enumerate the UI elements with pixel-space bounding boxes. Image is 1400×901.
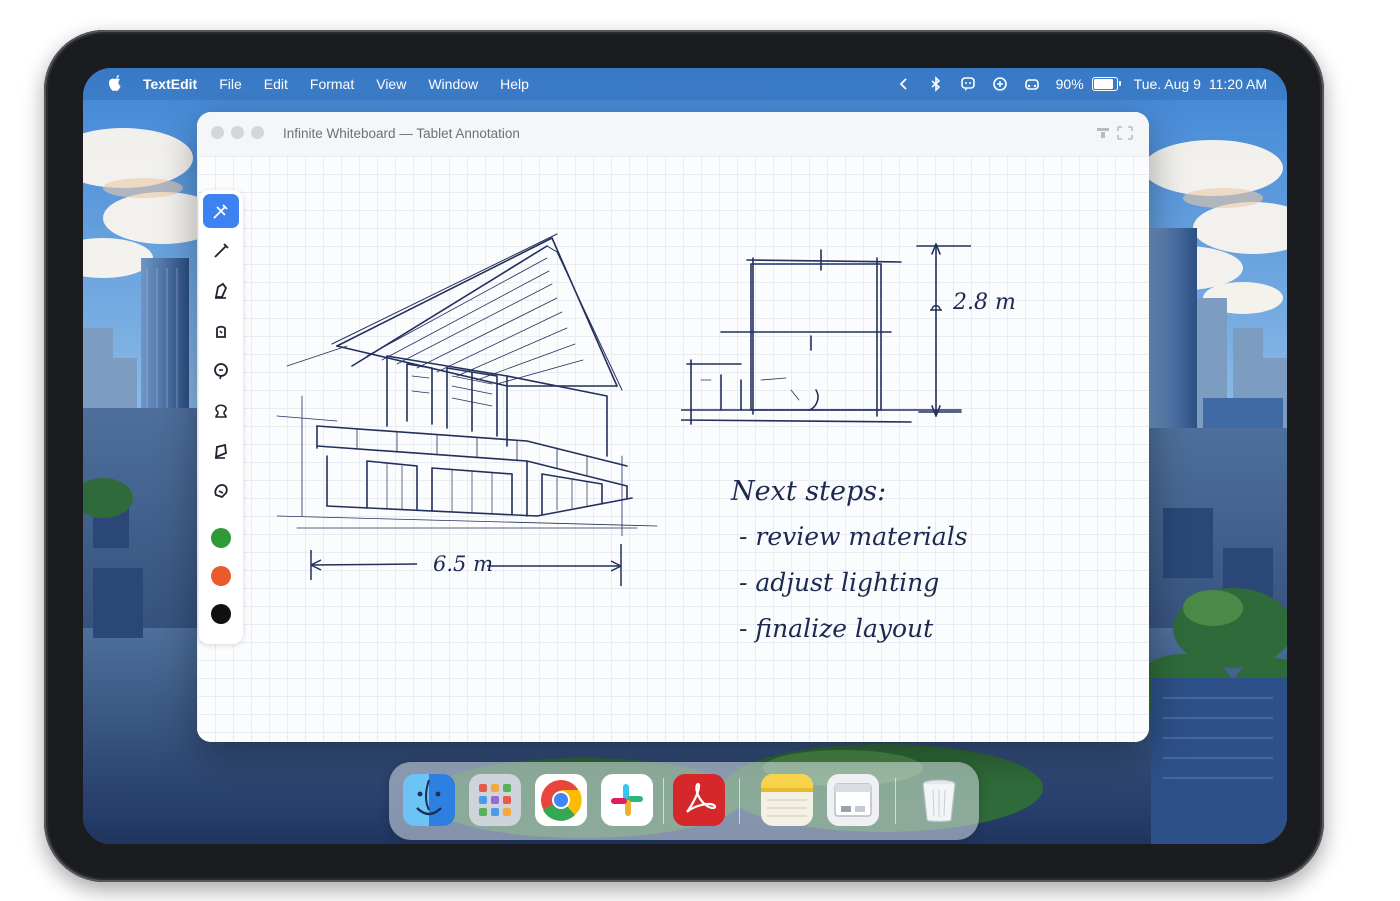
apple-menu-icon[interactable] xyxy=(107,74,123,92)
shape-tool-icon[interactable] xyxy=(203,394,239,428)
status-area: 90% Tue. Aug 9 11:20 AM xyxy=(880,68,1267,100)
menu-file[interactable]: File xyxy=(219,76,242,92)
tablet-device: TextEdit File Edit Format View Window He… xyxy=(44,30,1324,882)
color-swatch-black[interactable] xyxy=(211,604,231,624)
dock-separator xyxy=(895,778,896,824)
titlebar-tools xyxy=(1095,124,1135,142)
zoom-button[interactable] xyxy=(251,126,264,139)
dock-separator xyxy=(739,778,740,824)
chrome-icon[interactable] xyxy=(535,774,587,826)
pencil-tool-icon[interactable] xyxy=(203,234,239,268)
menu-list: TextEdit File Edit Format View Window He… xyxy=(143,68,551,100)
notes-heading: Next steps: xyxy=(731,476,887,507)
toolbar-options-icon[interactable] xyxy=(1095,124,1115,142)
menu-edit[interactable]: Edit xyxy=(264,76,288,92)
car-icon[interactable] xyxy=(1024,76,1040,92)
chevron-left-icon[interactable] xyxy=(896,76,912,92)
highlighter-tool-icon[interactable] xyxy=(203,434,239,468)
minimize-button[interactable] xyxy=(231,126,244,139)
note-item: - review materials xyxy=(739,522,968,551)
messages-icon[interactable] xyxy=(960,76,976,92)
menu-format[interactable]: Format xyxy=(310,76,354,92)
eraser-tool-icon[interactable] xyxy=(203,474,239,508)
menubar-time[interactable]: 11:20 AM xyxy=(1209,76,1267,92)
screen: TextEdit File Edit Format View Window He… xyxy=(83,68,1287,844)
note-item: - finalize layout xyxy=(739,614,934,643)
note-item: - adjust lighting xyxy=(739,568,940,597)
elevation-sketch xyxy=(681,243,971,425)
dock xyxy=(389,762,979,840)
menu-help[interactable]: Help xyxy=(500,76,529,92)
menu-bar: TextEdit File Edit Format View Window He… xyxy=(83,68,1287,100)
preview-icon[interactable] xyxy=(827,774,879,826)
color-swatch-orange[interactable] xyxy=(211,566,231,586)
width-dimension-label: 6.5 m xyxy=(433,552,493,576)
window-titlebar[interactable]: Infinite Whiteboard — Tablet Annotation xyxy=(197,112,1149,157)
height-dimension-label: 2.8 m xyxy=(953,290,1016,315)
acrobat-icon[interactable] xyxy=(673,774,725,826)
slack-icon[interactable] xyxy=(601,774,653,826)
marker-tool-icon[interactable] xyxy=(203,314,239,348)
airplay-icon[interactable] xyxy=(992,76,1008,92)
pen-tool-icon[interactable] xyxy=(203,194,239,228)
menu-app-name[interactable]: TextEdit xyxy=(143,76,197,92)
house-sketch xyxy=(276,233,658,536)
lasso-tool-icon[interactable] xyxy=(203,354,239,388)
window-title: Infinite Whiteboard — Tablet Annotation xyxy=(283,126,520,141)
battery-icon[interactable] xyxy=(1091,77,1121,91)
whiteboard-window: Infinite Whiteboard — Tablet Annotation xyxy=(197,112,1149,742)
close-button[interactable] xyxy=(211,126,224,139)
finder-icon[interactable] xyxy=(403,774,455,826)
battery-percent: 90% xyxy=(1055,76,1084,92)
brush-tool-icon[interactable] xyxy=(203,274,239,308)
launchpad-icon[interactable] xyxy=(469,774,521,826)
menubar-date[interactable]: Tue. Aug 9 xyxy=(1134,76,1201,92)
notes-icon[interactable] xyxy=(761,774,813,826)
fullscreen-icon[interactable] xyxy=(1115,124,1135,142)
bluetooth-icon[interactable] xyxy=(928,76,944,92)
menu-view[interactable]: View xyxy=(376,76,406,92)
tool-palette xyxy=(199,190,243,644)
trash-icon[interactable] xyxy=(913,774,965,826)
menu-window[interactable]: Window xyxy=(428,76,478,92)
dock-separator xyxy=(663,778,664,824)
angle-marker-icon xyxy=(930,304,942,311)
color-swatch-green[interactable] xyxy=(211,528,231,548)
whiteboard-canvas[interactable]: 6.5 m 2.8 m Next steps: - review materia… xyxy=(197,156,1149,742)
